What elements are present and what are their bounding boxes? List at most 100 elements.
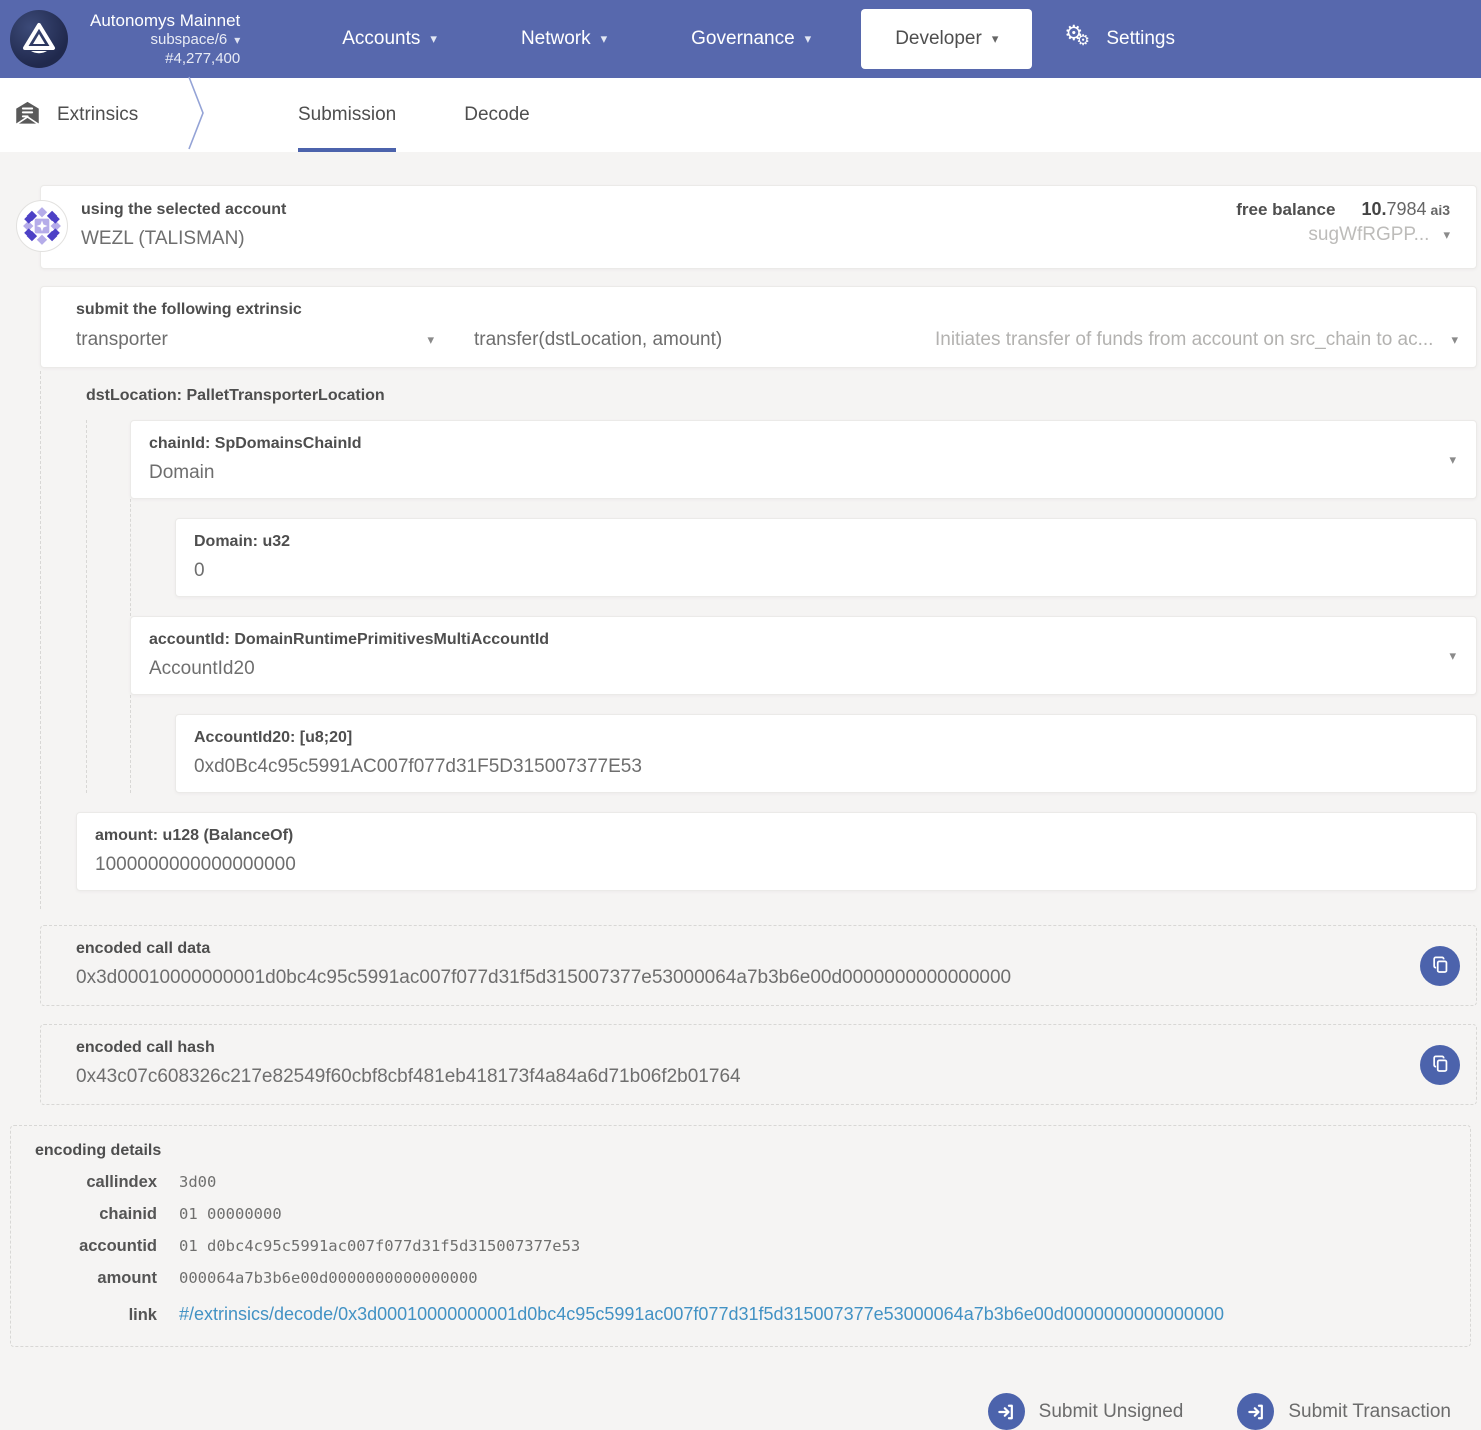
submit-transaction-label: Submit Transaction (1288, 1401, 1451, 1423)
pallet-name: transporter (76, 326, 168, 353)
tab-decode[interactable]: Decode (430, 78, 564, 152)
encoding-detail-row: accountid 01 d0bc4c95c5991ac007f077d31f5… (35, 1235, 1446, 1257)
dstlocation-children: chainId: SpDomainsChainId Domain ▾ Domai… (86, 420, 1477, 793)
param-dstlocation-label: dstLocation: PalletTransporterLocation (86, 385, 1477, 406)
tab-bar: Extrinsics Submission Decode (0, 78, 1481, 152)
param-accountid20-value: 0xd0Bc4c95c5991AC007f077d31F5D315007377E… (194, 753, 1458, 780)
free-balance-label: free balance (1236, 200, 1335, 219)
extrinsics-envelope-icon (14, 99, 41, 131)
free-balance-frac: 7984 (1386, 199, 1426, 219)
free-balance-unit: ai3 (1431, 202, 1450, 218)
param-accountid20-input[interactable]: AccountId20: [u8;20] 0xd0Bc4c95c5991AC00… (175, 714, 1477, 793)
method-select[interactable]: transfer(dstLocation, amount) Initiates … (434, 326, 1458, 353)
chevron-down-icon: ▾ (1449, 452, 1456, 468)
detail-value-callindex: 3d00 (179, 1171, 216, 1193)
sign-in-icon (988, 1393, 1025, 1430)
top-navbar: Autonomys Mainnet subspace/6 ▾ #4,277,40… (0, 0, 1481, 78)
best-block-number: #4,277,400 (165, 50, 240, 69)
menu-developer[interactable]: Developer ▾ (861, 9, 1032, 69)
menu-settings[interactable]: ⚙⚙ Settings (1040, 0, 1217, 78)
param-amount-label: amount: u128 (BalanceOf) (95, 825, 1458, 846)
copy-icon (1431, 1054, 1450, 1076)
encoding-details-label: encoding details (35, 1140, 1446, 1161)
account-identicon[interactable] (16, 200, 68, 252)
extrinsics-submission-page: using the selected account WEZL (TALISMA… (0, 152, 1481, 1430)
param-domain-value: 0 (194, 557, 1458, 584)
page-title: Extrinsics (57, 104, 138, 126)
copy-icon (1431, 955, 1450, 977)
gear-icon: ⚙⚙ (1064, 24, 1094, 54)
pallet-select[interactable]: transporter ▾ (76, 326, 434, 353)
encoded-call-data-label: encoded call data (76, 938, 1406, 959)
main-menu: Accounts ▾ Network ▾ Governance ▾ Develo… (300, 0, 1217, 78)
copy-call-hash-button[interactable] (1420, 1045, 1460, 1085)
menu-governance[interactable]: Governance ▾ (649, 0, 853, 78)
method-description: Initiates transfer of funds from account… (935, 329, 1433, 351)
account-selector[interactable]: using the selected account WEZL (TALISMA… (40, 185, 1477, 269)
account-address-short: sugWfRGPP... (1308, 224, 1429, 246)
param-accountid-select[interactable]: accountId: DomainRuntimePrimitivesMultiA… (130, 616, 1477, 695)
param-chainid-select[interactable]: chainId: SpDomainsChainId Domain ▾ (130, 420, 1477, 499)
param-accountid20-label: AccountId20: [u8;20] (194, 727, 1458, 748)
chevron-down-icon: ▾ (805, 31, 812, 47)
tabs: Submission Decode (264, 78, 564, 152)
section-header: Extrinsics (0, 78, 180, 152)
chain-info[interactable]: Autonomys Mainnet subspace/6 ▾ #4,277,40… (90, 10, 240, 69)
encoding-details-box: encoding details callindex 3d00 chainid … (10, 1125, 1471, 1347)
accountid-children: AccountId20: [u8;20] 0xd0Bc4c95c5991AC00… (130, 695, 1477, 793)
param-chainid-value: Domain (149, 459, 1458, 486)
chevron-down-icon: ▾ (1451, 332, 1458, 348)
chevron-down-icon: ▾ (992, 31, 999, 47)
encoding-detail-row: chainid 01 00000000 (35, 1203, 1446, 1225)
detail-value-amount: 000064a7b3b6e00d0000000000000000 (179, 1267, 478, 1289)
account-selector-label: using the selected account (81, 199, 286, 220)
chevron-down-icon[interactable]: ▾ (1443, 227, 1450, 243)
extrinsic-section-label: submit the following extrinsic (76, 299, 1458, 320)
autonomys-logo[interactable] (0, 10, 78, 68)
submit-actions: Submit Unsigned Submit Transaction (0, 1393, 1451, 1430)
chevron-down-icon: ▾ (430, 31, 437, 47)
param-amount-input[interactable]: amount: u128 (BalanceOf) 100000000000000… (76, 812, 1477, 891)
detail-value-accountid: 01 d0bc4c95c5991ac007f077d31f5d315007377… (179, 1235, 580, 1257)
param-chainid-label: chainId: SpDomainsChainId (149, 433, 1458, 454)
decode-link[interactable]: #/extrinsics/decode/0x3d00010000000001d0… (179, 1303, 1224, 1325)
runtime-version: subspace/6 (150, 31, 227, 50)
encoded-call-data-box: encoded call data 0x3d00010000000001d0bc… (40, 925, 1477, 1006)
detail-key-link: link (35, 1304, 157, 1326)
encoding-detail-row: callindex 3d00 (35, 1171, 1446, 1193)
chevron-down-icon: ▾ (1449, 648, 1456, 664)
method-name: transfer(dstLocation, amount) (474, 326, 722, 353)
detail-key-accountid: accountid (35, 1235, 157, 1257)
encoding-detail-row: link #/extrinsics/decode/0x3d00010000000… (35, 1303, 1446, 1326)
param-amount-value: 1000000000000000000 (95, 851, 1458, 878)
extrinsic-params: dstLocation: PalletTransporterLocation c… (40, 371, 1477, 909)
param-domain-label: Domain: u32 (194, 531, 1458, 552)
encoded-call-hash-value: 0x43c07c608326c217e82549f60cbf8cbf481eb4… (76, 1063, 1406, 1090)
sign-in-icon (1237, 1393, 1274, 1430)
encoding-detail-row: amount 000064a7b3b6e00d0000000000000000 (35, 1267, 1446, 1289)
chainid-children: Domain: u32 0 (130, 499, 1477, 616)
encoded-call-hash-box: encoded call hash 0x43c07c608326c217e825… (40, 1024, 1477, 1105)
extrinsic-section: submit the following extrinsic transport… (40, 286, 1477, 368)
detail-key-callindex: callindex (35, 1171, 157, 1193)
free-balance-int: 10. (1361, 199, 1386, 219)
autonomys-logo-icon (10, 10, 68, 68)
submit-unsigned-button[interactable]: Submit Unsigned (988, 1393, 1184, 1430)
encoded-call-data-value: 0x3d00010000000001d0bc4c95c5991ac007f077… (76, 964, 1406, 991)
menu-accounts[interactable]: Accounts ▾ (300, 0, 479, 78)
breadcrumb-chevron-icon (186, 76, 206, 155)
tab-submission[interactable]: Submission (264, 78, 430, 152)
submit-unsigned-label: Submit Unsigned (1039, 1401, 1184, 1423)
param-accountid-label: accountId: DomainRuntimePrimitivesMultiA… (149, 629, 1458, 650)
submit-transaction-button[interactable]: Submit Transaction (1237, 1393, 1451, 1430)
encoded-call-hash-label: encoded call hash (76, 1037, 1406, 1058)
chevron-down-icon: ▾ (601, 31, 608, 47)
detail-value-chainid: 01 00000000 (179, 1203, 282, 1225)
copy-call-data-button[interactable] (1420, 946, 1460, 986)
chevron-down-icon: ▾ (234, 33, 240, 48)
menu-network[interactable]: Network ▾ (479, 0, 649, 78)
param-domain-input[interactable]: Domain: u32 0 (175, 518, 1477, 597)
detail-key-amount: amount (35, 1267, 157, 1289)
detail-key-chainid: chainid (35, 1203, 157, 1225)
chain-name: Autonomys Mainnet (90, 10, 240, 31)
